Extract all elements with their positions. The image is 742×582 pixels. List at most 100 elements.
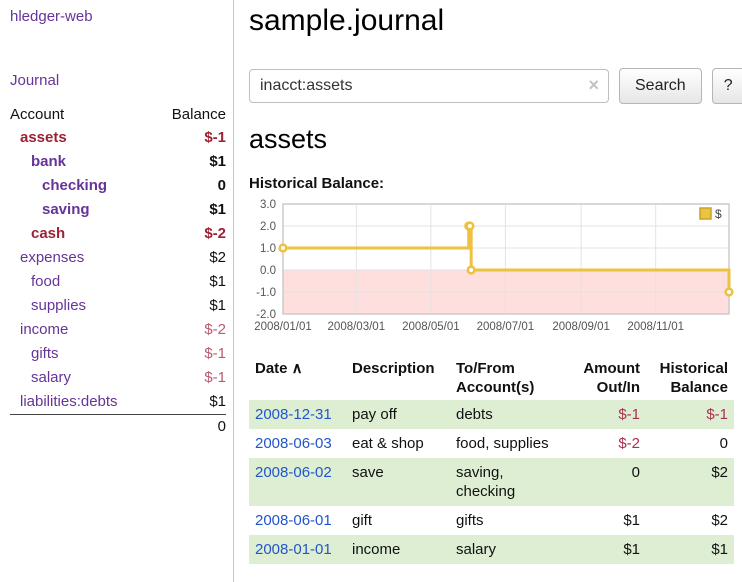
account-balance: $1	[154, 150, 226, 174]
header-line: Amount	[572, 359, 640, 378]
register-row: 2008-06-03eat & shopfood, supplies$-20	[249, 429, 734, 458]
account-balance: $-2	[154, 222, 226, 246]
cell-accounts: salary	[450, 535, 566, 564]
cell-date: 2008-06-03	[249, 429, 346, 458]
account-link[interactable]: assets	[10, 126, 154, 150]
clear-search-icon[interactable]: ×	[588, 75, 599, 95]
main-content: sample.journal × Search ? assets Histori…	[234, 0, 742, 582]
account-link[interactable]: food	[10, 270, 154, 294]
register-header-row: Date ∧DescriptionTo/FromAccount(s)Amount…	[249, 356, 734, 400]
accounts-total-spacer	[10, 415, 154, 440]
account-balance: $1	[154, 390, 226, 415]
account-row: salary$-1	[10, 366, 226, 390]
header-line: Historical	[652, 359, 728, 378]
account-link[interactable]: salary	[10, 366, 154, 390]
svg-text:2008/01/01: 2008/01/01	[254, 321, 312, 333]
data-point-marker	[726, 289, 733, 296]
account-row: food$1	[10, 270, 226, 294]
cell-amount: $1	[566, 506, 646, 535]
cell-amount: $1	[566, 535, 646, 564]
cell-accounts: saving, checking	[450, 458, 566, 506]
svg-text:2.0: 2.0	[260, 221, 276, 233]
balance-chart-svg: -2.0-1.00.01.02.03.02008/01/012008/03/01…	[249, 198, 738, 338]
svg-text:-2.0: -2.0	[256, 309, 276, 321]
cell-description: eat & shop	[346, 429, 450, 458]
account-row: liabilities:debts$1	[10, 390, 226, 415]
help-button[interactable]: ?	[712, 68, 742, 104]
account-link[interactable]: expenses	[10, 246, 154, 270]
account-row: saving$1	[10, 198, 226, 222]
account-balance: $1	[154, 294, 226, 318]
account-balance: $1	[154, 198, 226, 222]
account-row: assets$-1	[10, 126, 226, 150]
cell-amount: $-2	[566, 429, 646, 458]
account-link[interactable]: liabilities:debts	[10, 390, 154, 415]
header-line: Balance	[652, 378, 728, 397]
register-row: 2008-12-31pay offdebts$-1$-1	[249, 400, 734, 429]
data-point-marker	[467, 223, 474, 230]
account-row: gifts$-1	[10, 342, 226, 366]
account-link[interactable]: saving	[10, 198, 154, 222]
register-rows: 2008-12-31pay offdebts$-1$-12008-06-03ea…	[249, 400, 734, 564]
transaction-date-link[interactable]: 2008-01-01	[255, 541, 332, 558]
account-link[interactable]: checking	[10, 174, 154, 198]
register-row: 2008-01-01incomesalary$1$1	[249, 535, 734, 564]
search-bar: × Search ?	[249, 68, 742, 104]
account-balance: $1	[154, 270, 226, 294]
register-row: 2008-06-02savesaving, checking0$2	[249, 458, 734, 506]
accounts-header-row: Account Balance	[10, 103, 226, 126]
search-input-wrap: ×	[249, 69, 609, 103]
chart-title: Historical Balance:	[249, 175, 742, 192]
cell-accounts: food, supplies	[450, 429, 566, 458]
account-link[interactable]: gifts	[10, 342, 154, 366]
account-balance: $-1	[154, 342, 226, 366]
register-header-amount: AmountOut/In	[566, 356, 646, 400]
cell-date: 2008-12-31	[249, 400, 346, 429]
header-line: Out/In	[572, 378, 640, 397]
cell-date: 2008-01-01	[249, 535, 346, 564]
header-line: Date ∧	[255, 359, 340, 378]
historical-balance-chart: -2.0-1.00.01.02.03.02008/01/012008/03/01…	[249, 198, 742, 338]
transaction-date-link[interactable]: 2008-06-01	[255, 512, 332, 529]
transaction-date-link[interactable]: 2008-12-31	[255, 406, 332, 423]
data-point-marker	[280, 245, 287, 252]
accounts-header-balance: Balance	[154, 103, 226, 126]
cell-date: 2008-06-01	[249, 506, 346, 535]
cell-accounts: debts	[450, 400, 566, 429]
account-balance: $2	[154, 246, 226, 270]
accounts-total-row: 0	[10, 415, 226, 440]
account-row: expenses$2	[10, 246, 226, 270]
svg-text:$: $	[715, 207, 722, 221]
accounts-header-account: Account	[10, 103, 154, 126]
cell-description: gift	[346, 506, 450, 535]
cell-amount: 0	[566, 458, 646, 506]
register-header-date[interactable]: Date ∧	[249, 356, 346, 400]
legend-swatch	[700, 208, 711, 219]
cell-balance: $-1	[646, 400, 734, 429]
account-balance: 0	[154, 174, 226, 198]
svg-text:2008/05/01: 2008/05/01	[402, 321, 460, 333]
transaction-date-link[interactable]: 2008-06-03	[255, 435, 332, 452]
account-link[interactable]: supplies	[10, 294, 154, 318]
register-header-tofrom: To/FromAccount(s)	[450, 356, 566, 400]
account-link[interactable]: cash	[10, 222, 154, 246]
transaction-date-link[interactable]: 2008-06-02	[255, 464, 332, 481]
account-row: bank$1	[10, 150, 226, 174]
account-heading: assets	[249, 124, 742, 155]
account-link[interactable]: bank	[10, 150, 154, 174]
app-title-link[interactable]: hledger-web	[10, 8, 226, 25]
search-input[interactable]	[249, 69, 609, 103]
account-link[interactable]: income	[10, 318, 154, 342]
sidebar-item-journal[interactable]: Journal	[10, 72, 226, 89]
search-button[interactable]: Search	[619, 68, 702, 104]
svg-text:3.0: 3.0	[260, 199, 276, 211]
sort-asc-icon: ∧	[288, 360, 303, 377]
header-line: To/From	[456, 359, 560, 378]
register-table: Date ∧DescriptionTo/FromAccount(s)Amount…	[249, 356, 734, 564]
cell-balance: $1	[646, 535, 734, 564]
account-row: income$-2	[10, 318, 226, 342]
header-line: Account(s)	[456, 378, 560, 397]
svg-text:2008/03/01: 2008/03/01	[328, 321, 386, 333]
svg-text:-1.0: -1.0	[256, 287, 276, 299]
account-row: cash$-2	[10, 222, 226, 246]
